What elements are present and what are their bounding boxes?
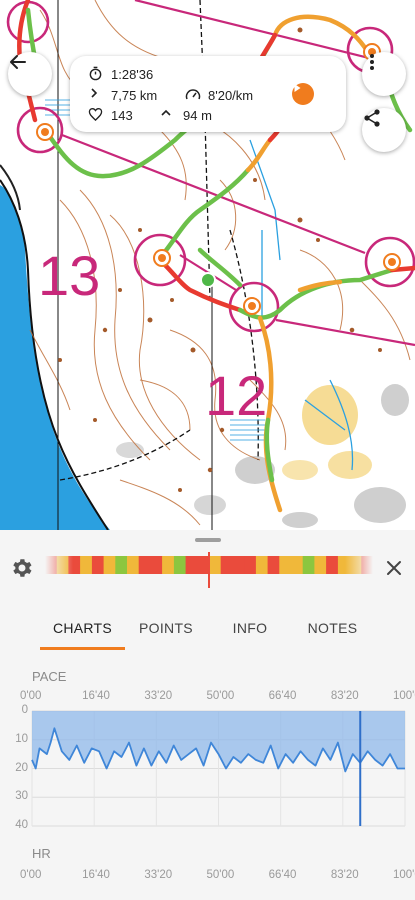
close-panel-button[interactable]	[382, 556, 406, 580]
pace-zone-segment	[173, 556, 187, 574]
control-number-12: 12	[205, 364, 267, 427]
gear-icon	[13, 559, 32, 577]
pace-zone-segment	[279, 556, 292, 574]
timeline-position-marker[interactable]	[208, 552, 210, 588]
chevron-up-icon	[160, 107, 176, 123]
pace-zone-segment	[209, 556, 222, 574]
more-vertical-icon	[370, 54, 374, 70]
drag-handle[interactable]	[195, 538, 221, 542]
distance-value: 7,75 km	[111, 87, 158, 103]
x-tick-label: 100'00	[393, 690, 415, 702]
pace-zone-segment	[127, 556, 140, 574]
play-replay-button[interactable]	[292, 83, 314, 105]
pace-zone-segment	[138, 556, 151, 574]
distance-stat: 7,75 km	[88, 87, 157, 103]
x-tick-label: 83'20	[330, 690, 359, 702]
share-icon	[364, 109, 380, 127]
panel-tabs: CHARTS POINTS INFO NOTES	[0, 606, 415, 650]
heart-rate-stat: 143	[88, 107, 133, 123]
heart-rate-value: 143	[111, 107, 133, 123]
x-tick-label: 50'00	[206, 869, 235, 881]
x-tick-label: 33'20	[144, 690, 173, 702]
x-tick-label: 66'40	[268, 690, 297, 702]
back-button[interactable]	[8, 52, 52, 96]
pace-value: 8'20/km	[208, 87, 254, 103]
play-icon	[294, 84, 301, 92]
current-position-marker	[200, 272, 216, 288]
tab-info[interactable]: INFO	[215, 606, 285, 650]
settings-button[interactable]	[10, 556, 34, 580]
pace-zone-segment	[115, 556, 128, 574]
pace-zone-segment	[232, 556, 245, 574]
pace-zone-segment	[267, 556, 280, 574]
hr-chart-title: HR	[32, 846, 51, 861]
arrow-left-icon	[10, 55, 26, 69]
x-tick-label: 16'40	[82, 690, 110, 702]
elevation-value: 94 m	[183, 107, 212, 123]
pace-stat: 8'20/km	[185, 87, 253, 103]
pace-zone-segment	[291, 556, 304, 574]
active-tab-indicator	[40, 647, 125, 650]
x-tick-label: 50'00	[206, 690, 235, 702]
pace-zone-segment	[302, 556, 315, 574]
pace-zone-segment	[255, 556, 269, 574]
pace-zone-segment	[220, 556, 233, 574]
pace-zone-segment	[162, 556, 175, 574]
pace-zone-segment	[91, 556, 105, 574]
heart-icon	[88, 107, 104, 123]
pace-zone-segment	[244, 556, 257, 574]
x-tick-label: 0'00	[20, 690, 42, 702]
x-tick-label: 83'20	[330, 869, 359, 881]
x-tick-label: 100'00	[393, 869, 415, 881]
stopwatch-icon	[88, 66, 104, 82]
speedometer-icon	[185, 87, 201, 103]
activity-stats-card: 1:28'36 7,75 km 8'20/km 143 94 m	[70, 56, 346, 132]
control-number-13: 13	[38, 244, 100, 307]
lake	[0, 185, 110, 530]
duration-value: 1:28'36	[111, 66, 154, 82]
more-options-button[interactable]	[362, 52, 406, 96]
pace-zone-segment	[185, 556, 198, 574]
duration-stat: 1:28'36	[88, 66, 153, 82]
x-tick-label: 33'20	[144, 869, 173, 881]
tab-notes[interactable]: NOTES	[295, 606, 370, 650]
chevron-right-icon	[88, 87, 104, 103]
tab-charts[interactable]: CHARTS	[40, 606, 125, 650]
analysis-panel: CHARTS POINTS INFO NOTES PACE 0'00 16'40 3…	[0, 530, 415, 900]
elevation-stat: 94 m	[160, 107, 212, 123]
close-icon	[387, 561, 401, 575]
pace-chart-title: PACE	[32, 669, 67, 684]
pace-zone-segment	[150, 556, 163, 574]
pace-zone-segment	[326, 556, 339, 574]
pace-zone-segment	[103, 556, 116, 574]
pace-chart[interactable]	[0, 706, 415, 836]
x-tick-label: 0'00	[20, 869, 42, 881]
share-button[interactable]	[362, 108, 406, 152]
x-tick-label: 66'40	[268, 869, 297, 881]
orienteering-map[interactable]: 13 12 1:28'36 7,75 km 8'20/km 143 94 m	[0, 0, 415, 530]
pace-zone-segment	[314, 556, 327, 574]
tab-points[interactable]: POINTS	[130, 606, 202, 650]
pace-zone-segment	[80, 556, 93, 574]
x-tick-label: 16'40	[82, 869, 110, 881]
